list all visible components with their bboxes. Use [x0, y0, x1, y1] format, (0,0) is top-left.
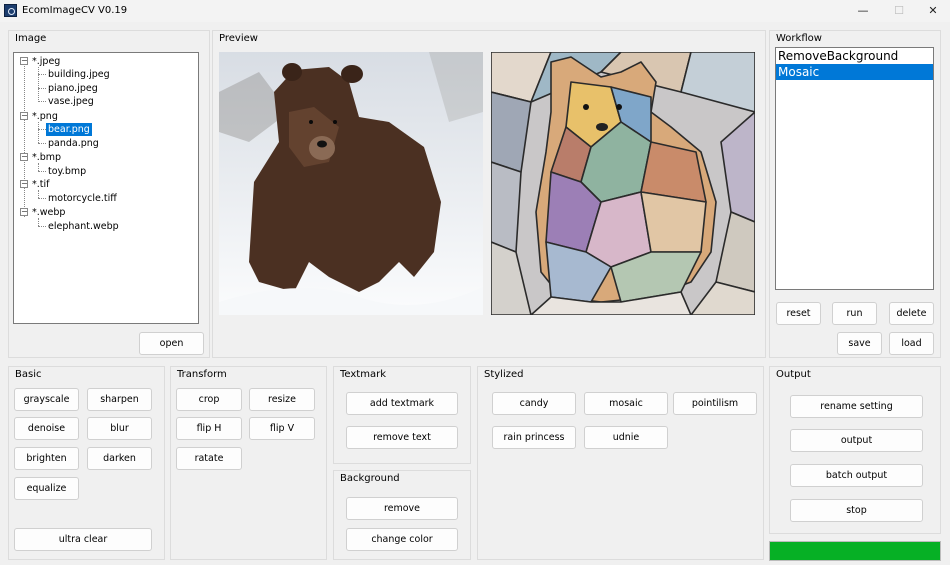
tree-item-motorcycle[interactable]: motorcycle.tiff: [48, 192, 117, 205]
basic-group-title: Basic: [15, 369, 42, 380]
flip-v-button[interactable]: flip V: [249, 417, 315, 440]
textmark-group: Textmark: [333, 366, 471, 464]
ultra-clear-button[interactable]: ultra clear: [14, 528, 152, 551]
remove-background-button[interactable]: remove: [346, 497, 458, 520]
expand-bmp-icon[interactable]: −: [20, 153, 28, 161]
image-group-title: Image: [15, 33, 47, 44]
flip-h-button[interactable]: flip H: [176, 417, 242, 440]
expand-png-icon[interactable]: −: [20, 112, 28, 120]
expand-jpeg-icon[interactable]: −: [20, 57, 28, 65]
title-bar: EcomImageCV V0.19 — ☐ ✕: [0, 0, 950, 22]
tree-folder-tif[interactable]: *.tif: [32, 178, 49, 191]
workflow-group-title: Workflow: [776, 33, 822, 44]
expand-webp-icon[interactable]: −: [20, 208, 28, 216]
result-preview-image: [491, 52, 755, 315]
tree-item-toy[interactable]: toy.bmp: [48, 165, 86, 178]
close-button[interactable]: ✕: [916, 0, 950, 22]
pointilism-button[interactable]: pointilism: [673, 392, 757, 415]
mosaic-button[interactable]: mosaic: [584, 392, 668, 415]
background-group-title: Background: [340, 473, 400, 484]
stylized-group-title: Stylized: [484, 369, 524, 380]
rotate-button[interactable]: ratate: [176, 447, 242, 470]
tree-folder-webp[interactable]: *.webp: [32, 206, 65, 219]
minimize-button[interactable]: —: [846, 0, 880, 22]
tree-item-elephant[interactable]: elephant.webp: [48, 220, 119, 233]
remove-text-button[interactable]: remove text: [346, 426, 458, 449]
delete-button[interactable]: delete: [889, 302, 934, 325]
udnie-button[interactable]: udnie: [584, 426, 668, 449]
tree-item-vase[interactable]: vase.jpeg: [48, 95, 94, 108]
resize-button[interactable]: resize: [249, 388, 315, 411]
crop-button[interactable]: crop: [176, 388, 242, 411]
tree-folder-jpeg[interactable]: *.jpeg: [32, 55, 60, 68]
brighten-button[interactable]: brighten: [14, 447, 79, 470]
equalize-button[interactable]: equalize: [14, 477, 79, 500]
tree-item-piano[interactable]: piano.jpeg: [48, 82, 98, 95]
run-button[interactable]: run: [832, 302, 877, 325]
tree-item-panda[interactable]: panda.png: [48, 137, 99, 150]
denoise-button[interactable]: denoise: [14, 417, 79, 440]
textmark-group-title: Textmark: [340, 369, 386, 380]
batch-output-button[interactable]: batch output: [790, 464, 923, 487]
output-button[interactable]: output: [790, 429, 923, 452]
reset-button[interactable]: reset: [776, 302, 821, 325]
workflow-item-removebackground[interactable]: RemoveBackground: [776, 48, 933, 64]
rain-princess-button[interactable]: rain princess: [492, 426, 576, 449]
add-textmark-button[interactable]: add textmark: [346, 392, 458, 415]
grayscale-button[interactable]: grayscale: [14, 388, 79, 411]
transform-group-title: Transform: [177, 369, 227, 380]
tree-folder-png[interactable]: *.png: [32, 110, 58, 123]
output-progress-fill: [770, 542, 940, 560]
maximize-button[interactable]: ☐: [882, 0, 916, 22]
original-preview-image: [219, 52, 483, 315]
change-color-button[interactable]: change color: [346, 528, 458, 551]
output-progress-bar: [769, 541, 941, 561]
tree-item-bear[interactable]: bear.png: [46, 123, 92, 136]
sharpen-button[interactable]: sharpen: [87, 388, 152, 411]
file-tree[interactable]: − *.jpeg building.jpeg piano.jpeg vase.j…: [13, 52, 199, 324]
candy-button[interactable]: candy: [492, 392, 576, 415]
stop-button[interactable]: stop: [790, 499, 923, 522]
tree-item-building[interactable]: building.jpeg: [48, 68, 110, 81]
expand-tif-icon[interactable]: −: [20, 180, 28, 188]
window-title: EcomImageCV V0.19: [22, 5, 128, 16]
preview-group-title: Preview: [219, 33, 258, 44]
output-group-title: Output: [776, 369, 811, 380]
save-button[interactable]: save: [837, 332, 882, 355]
workflow-list[interactable]: RemoveBackground Mosaic: [775, 47, 934, 290]
blur-button[interactable]: blur: [87, 417, 152, 440]
load-button[interactable]: load: [889, 332, 934, 355]
workflow-item-mosaic[interactable]: Mosaic: [776, 64, 933, 80]
rename-setting-button[interactable]: rename setting: [790, 395, 923, 418]
open-button[interactable]: open: [139, 332, 204, 355]
tree-folder-bmp[interactable]: *.bmp: [32, 151, 61, 164]
darken-button[interactable]: darken: [87, 447, 152, 470]
app-icon: [4, 4, 17, 17]
